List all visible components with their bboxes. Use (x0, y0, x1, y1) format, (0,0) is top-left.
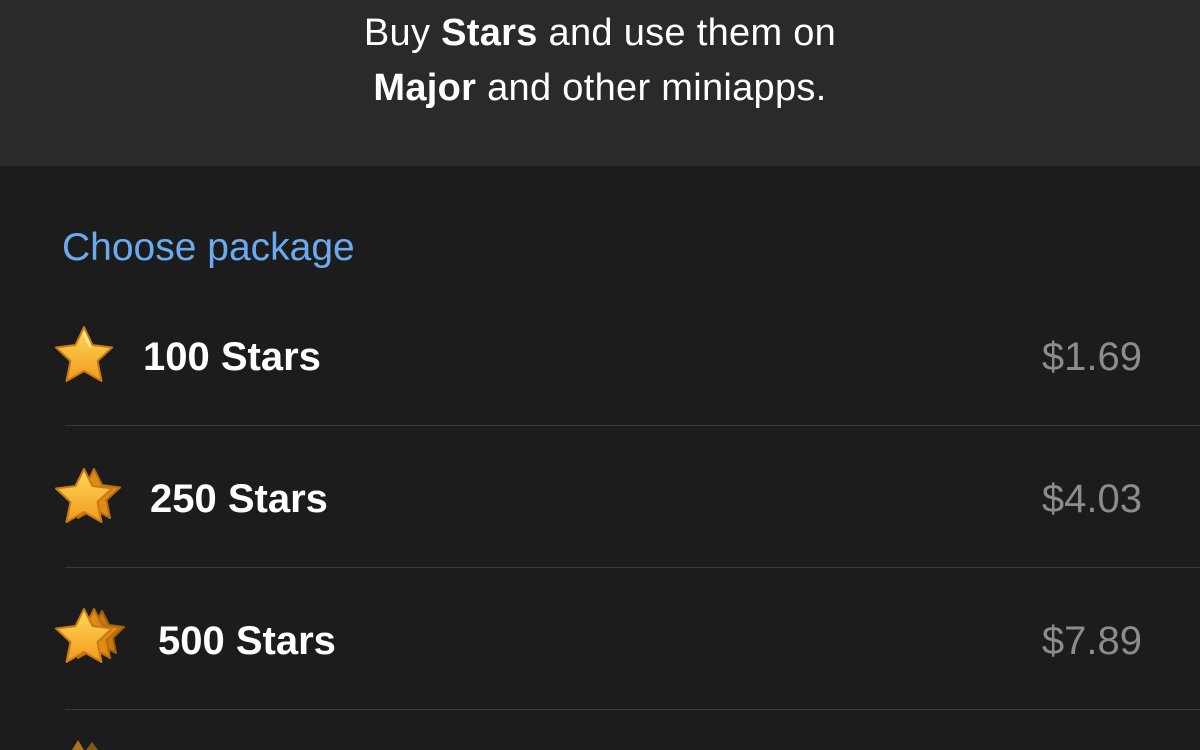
package-row-500[interactable]: 500 Stars $7.89 (0, 569, 1200, 711)
package-price: $4.03 (1041, 477, 1142, 521)
package-row-100[interactable]: 100 Stars $1.69 (0, 285, 1200, 427)
package-row-250[interactable]: 250 Stars $4.03 (0, 427, 1200, 569)
stars-partial-icon (72, 740, 98, 750)
header-app-bold: Major (373, 67, 477, 109)
package-price: $1.69 (1041, 335, 1142, 379)
package-label: 500 Stars (158, 619, 336, 663)
section-title: Choose package (62, 226, 355, 269)
package-label: 250 Stars (150, 477, 328, 521)
stars-triple-icon (55, 608, 125, 663)
package-price: $7.89 (1041, 619, 1142, 663)
header-text: Buy (363, 12, 431, 54)
divider (65, 567, 1200, 568)
divider (65, 709, 1200, 710)
header-text: and use them on (548, 12, 837, 54)
stars-double-icon (55, 468, 121, 523)
header-text: and other miniapps. (487, 67, 827, 109)
header-banner: Buy Stars and use them on Major and othe… (0, 0, 1200, 166)
package-label: 100 Stars (143, 335, 321, 379)
header-line-1: Buy Stars and use them on (0, 12, 1200, 55)
divider (65, 425, 1200, 426)
header-stars-bold: Stars (441, 12, 538, 54)
star-icon (55, 326, 113, 382)
header-line-2: Major and other miniapps. (0, 67, 1200, 110)
